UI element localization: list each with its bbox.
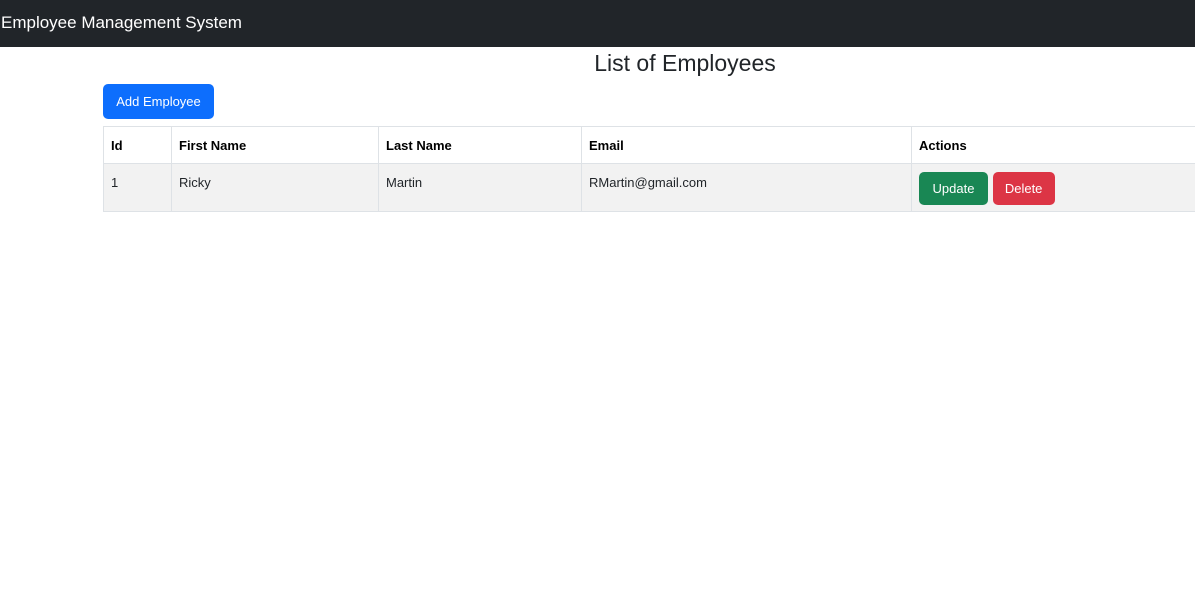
page-title: List of Employees xyxy=(594,50,776,76)
cell-first-name: Ricky xyxy=(171,163,379,212)
update-button[interactable]: Update xyxy=(919,172,988,205)
column-header-last-name: Last Name xyxy=(378,126,582,164)
delete-button[interactable]: Delete xyxy=(992,172,1055,205)
table-row: 1 Ricky Martin RMartin@gmail.com Update … xyxy=(103,163,1195,212)
navbar-brand[interactable]: Employee Management System xyxy=(0,13,242,33)
column-header-id: Id xyxy=(103,126,172,164)
table-body: 1 Ricky Martin RMartin@gmail.com Update … xyxy=(103,163,1195,212)
cell-actions: Update Delete xyxy=(911,163,1195,212)
add-employee-button[interactable]: Add Employee xyxy=(103,84,214,119)
table-header: Id First Name Last Name Email Actions xyxy=(103,126,1195,164)
cell-id: 1 xyxy=(103,163,172,212)
table-header-row: Id First Name Last Name Email Actions xyxy=(103,126,1195,164)
employees-table: Id First Name Last Name Email Actions 1 … xyxy=(103,126,1195,212)
cell-last-name: Martin xyxy=(378,163,582,212)
column-header-email: Email xyxy=(581,126,912,164)
cell-email: RMartin@gmail.com xyxy=(581,163,912,212)
column-header-actions: Actions xyxy=(911,126,1195,164)
top-navbar: Employee Management System xyxy=(0,0,1195,47)
column-header-first-name: First Name xyxy=(171,126,379,164)
